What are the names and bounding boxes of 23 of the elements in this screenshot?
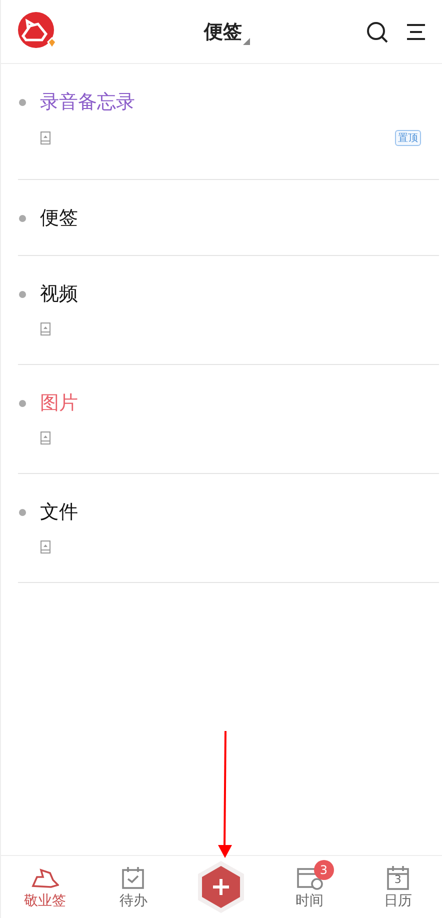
bullet-dot — [19, 508, 26, 516]
calendar-check-icon — [121, 866, 146, 890]
note-title[interactable]: 图片 — [40, 391, 78, 415]
bullet-dot — [19, 98, 26, 106]
calendar-icon — [386, 865, 410, 891]
note-title[interactable]: 录音备忘录 — [40, 90, 135, 114]
bullet-dot — [19, 290, 26, 298]
bullet-dot — [19, 400, 26, 406]
note-title[interactable]: 视频 — [40, 282, 78, 306]
note-title[interactable]: 便签 — [40, 206, 78, 230]
calendar-day: 3 — [394, 874, 402, 885]
tab-item[interactable]: 敬业签 — [10, 864, 80, 910]
bullet-dot — [19, 214, 26, 222]
tab-item[interactable]: 3 日历 — [362, 864, 433, 910]
pinned-tag: 置顶 — [395, 130, 421, 146]
menu-icon[interactable] — [406, 22, 426, 40]
tab-item[interactable]: 待办 — [98, 864, 168, 910]
search-icon[interactable] — [366, 20, 388, 42]
notes-icon — [31, 867, 60, 889]
page-title[interactable]: 便签 — [204, 18, 242, 44]
dropdown-icon — [243, 38, 250, 44]
count-badge: 3 — [314, 860, 334, 880]
note-title[interactable]: 文件 — [40, 500, 78, 524]
